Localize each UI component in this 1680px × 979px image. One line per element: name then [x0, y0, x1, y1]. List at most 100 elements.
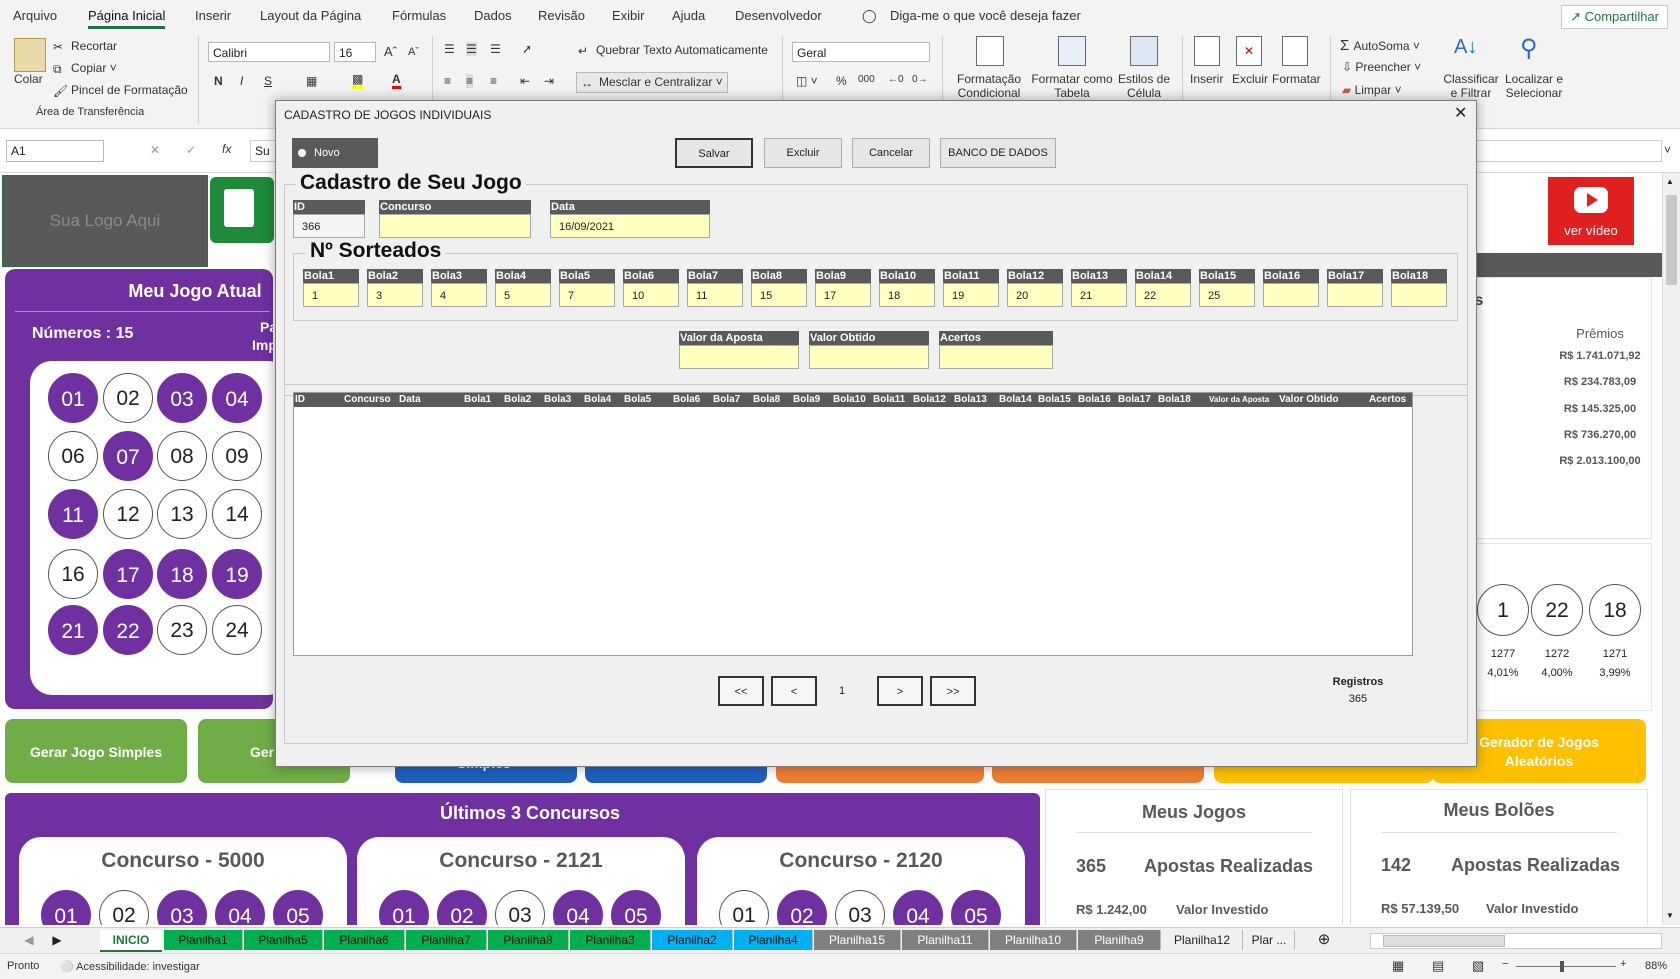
format-table-button[interactable]: Formatar como Tabela	[1030, 72, 1114, 100]
wrap-text-button[interactable]: ↵ Quebrar Texto Automaticamente	[578, 43, 768, 58]
bola-field[interactable]	[1327, 283, 1383, 307]
valor-aposta-field[interactable]	[679, 345, 799, 369]
tab-scroll-right-icon[interactable]: ▶	[50, 930, 64, 950]
fill-color-icon[interactable]: ▩	[352, 72, 364, 89]
grow-font-icon[interactable]: Aˆ	[384, 44, 397, 59]
cancel-formula-icon[interactable]: ✕	[150, 143, 160, 157]
format-table-icon[interactable]	[1058, 36, 1086, 66]
number-ball[interactable]: 11	[48, 489, 98, 539]
number-ball[interactable]: 14	[212, 489, 262, 539]
number-ball[interactable]: 12	[103, 489, 153, 539]
video-button[interactable]: ver vídeo	[1548, 177, 1634, 245]
number-ball[interactable]: 13	[157, 489, 207, 539]
number-ball[interactable]: 04	[212, 373, 262, 423]
cell-styles-icon[interactable]	[1130, 36, 1158, 66]
orientation-icon[interactable]: ➚	[522, 42, 532, 56]
sheet-tab[interactable]: Planilha12	[1162, 930, 1243, 950]
percent-button[interactable]: %	[836, 74, 847, 88]
sort-filter-icon[interactable]: A↓	[1454, 36, 1477, 59]
tab-dados[interactable]: Dados	[474, 8, 512, 23]
number-ball[interactable]: 18	[157, 549, 207, 599]
format-cells-button[interactable]: Formatar	[1272, 72, 1321, 86]
bola-field[interactable]: 3	[367, 283, 423, 307]
align-center-icon[interactable]: ≡	[466, 74, 474, 88]
bola-field[interactable]: 18	[879, 283, 935, 307]
gerar-jogo-simples-button[interactable]: Gerar Jogo Simples	[5, 719, 187, 783]
delete-cells-icon[interactable]: ✕	[1236, 36, 1262, 66]
data-field[interactable]: 16/09/2021	[550, 214, 710, 238]
bola-field[interactable]: 25	[1199, 283, 1255, 307]
delete-cells-button[interactable]: Excluir	[1232, 72, 1268, 86]
records-listbox[interactable]: ID Concurso Data Bola1 Bola2 Bola3 Bola4 Bola5 B…	[293, 392, 1413, 656]
scroll-up-icon[interactable]: ▲	[1666, 177, 1674, 186]
name-box[interactable]: A1	[6, 140, 104, 162]
number-ball[interactable]: 06	[48, 431, 98, 481]
bola-field[interactable]: 20	[1007, 283, 1063, 307]
tab-scroll-left-icon[interactable]: ◀	[22, 930, 36, 950]
number-ball[interactable]: 07	[103, 431, 153, 481]
number-ball[interactable]: 08	[157, 431, 207, 481]
decrease-indent-icon[interactable]: ⇤	[520, 74, 530, 88]
sheet-tab[interactable]: Planilha3	[570, 930, 651, 950]
format-cells-icon[interactable]	[1282, 36, 1308, 66]
sort-filter-button[interactable]: Classificar e Filtrar	[1442, 72, 1500, 100]
bola-field[interactable]: 4	[431, 283, 487, 307]
number-ball[interactable]: 23	[157, 605, 207, 655]
scroll-thumb[interactable]	[1666, 195, 1677, 285]
align-left-icon[interactable]: ≡	[444, 74, 451, 88]
number-ball[interactable]: 01	[48, 373, 98, 423]
font-name-select[interactable]: Calibri	[208, 42, 330, 62]
number-ball[interactable]: 21	[48, 605, 98, 655]
zoom-slider[interactable]	[1516, 961, 1616, 972]
bola-field[interactable]: 15	[751, 283, 807, 307]
number-ball[interactable]: 03	[157, 373, 207, 423]
acertos-field[interactable]	[939, 345, 1053, 369]
zoom-out-icon[interactable]: −	[1502, 958, 1508, 970]
share-button[interactable]: ↗ Compartilhar	[1561, 5, 1668, 29]
tab-desenvolvedor[interactable]: Desenvolvedor	[735, 8, 822, 23]
tab-arquivo[interactable]: Arquivo	[13, 8, 57, 23]
salvar-button[interactable]: Salvar	[675, 138, 753, 168]
bola-field[interactable]	[1391, 283, 1447, 307]
cell-styles-button[interactable]: Estilos de Célula	[1116, 72, 1172, 100]
cut-button[interactable]: ✂ Recortar	[53, 39, 117, 54]
sheet-tab[interactable]: Planilha8	[488, 930, 569, 950]
nav-prev-button[interactable]: <	[771, 676, 817, 706]
nav-first-button[interactable]: <<	[718, 676, 764, 706]
fill-button[interactable]: ⇩ Preencher ˅	[1342, 60, 1421, 74]
nav-next-button[interactable]: >	[877, 676, 923, 706]
insert-function-button[interactable]: fx	[222, 142, 231, 156]
zoom-in-icon[interactable]: +	[1620, 958, 1626, 970]
shrink-font-icon[interactable]: Aˇ	[408, 46, 419, 58]
tab-exibir[interactable]: Exibir	[612, 8, 645, 23]
underline-button[interactable]: S	[264, 74, 272, 88]
italic-button[interactable]: I	[240, 74, 243, 88]
number-ball[interactable]: 22	[103, 605, 153, 655]
number-ball[interactable]: 19	[212, 549, 262, 599]
sheet-tab[interactable]: Planilha6	[324, 930, 405, 950]
bola-field[interactable]: 21	[1071, 283, 1127, 307]
tab-formulas[interactable]: Fórmulas	[392, 8, 446, 23]
conditional-format-button[interactable]: Formatação Condicional	[954, 72, 1024, 100]
bola-field[interactable]: 10	[623, 283, 679, 307]
bola-field[interactable]: 22	[1135, 283, 1191, 307]
bola-field[interactable]: 17	[815, 283, 871, 307]
decrease-decimal-icon[interactable]: 0→	[912, 74, 928, 85]
valor-obtido-field[interactable]	[809, 345, 929, 369]
sheet-tab[interactable]: Planilha10	[990, 930, 1077, 950]
insert-cells-button[interactable]: Inserir	[1190, 72, 1223, 86]
number-ball[interactable]: 17	[103, 549, 153, 599]
sheet-tab[interactable]: Planilha11	[902, 930, 989, 950]
copy-button[interactable]: ⧉ Copiar ˅	[53, 61, 117, 76]
increase-indent-icon[interactable]: ⇥	[544, 74, 554, 88]
number-ball[interactable]: 16	[48, 549, 98, 599]
tab-revisao[interactable]: Revisão	[538, 8, 585, 23]
currency-icon[interactable]: ◫ ˅	[796, 74, 818, 88]
vertical-scrollbar[interactable]: ▲ ▼	[1662, 173, 1680, 925]
number-ball[interactable]: 09	[212, 431, 262, 481]
number-format-select[interactable]: Geral	[792, 42, 930, 62]
bola-field[interactable]: 7	[559, 283, 615, 307]
report-icon[interactable]	[210, 177, 274, 243]
sheet-tab[interactable]: Plar ...	[1244, 930, 1295, 950]
sheet-tab[interactable]: Planilha15	[814, 930, 901, 950]
